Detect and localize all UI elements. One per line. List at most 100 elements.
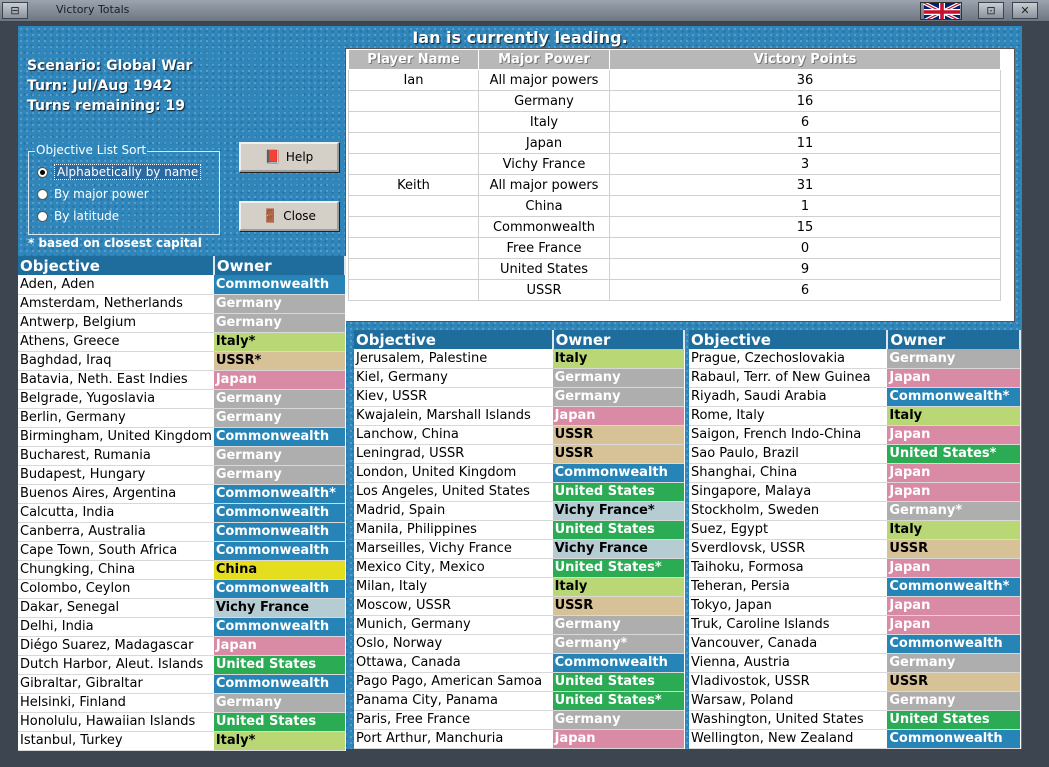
objective-row[interactable]: Panama City, Panama United States* — [354, 691, 684, 711]
objective-row[interactable]: Kiel, Germany Germany — [354, 368, 684, 388]
player-cell: Keith — [348, 174, 479, 196]
scenario-name: Scenario: Global War — [27, 58, 193, 74]
objective-row[interactable]: Aden, Aden Commonwealth — [18, 275, 345, 295]
objective-row[interactable]: Vancouver, Canada Commonwealth — [689, 634, 1020, 654]
objective-row[interactable]: Wellington, New Zealand Commonwealth — [689, 729, 1020, 749]
objective-row[interactable]: Teheran, Persia Commonwealth* — [689, 577, 1020, 597]
objective-row[interactable]: Helsinki, Finland Germany — [18, 693, 345, 713]
objective-row[interactable]: Dakar, Senegal Vichy France — [18, 598, 345, 618]
objective-row[interactable]: Lanchow, China USSR — [354, 425, 684, 445]
objective-row[interactable]: Bucharest, Rumania Germany — [18, 446, 345, 466]
objective-row[interactable]: Singapore, Malaya Japan — [689, 482, 1020, 502]
objective-row[interactable]: Prague, Czechoslovakia Germany — [689, 349, 1020, 369]
radio-label: By latitude — [54, 209, 120, 223]
objective-row[interactable]: Stockholm, Sweden Germany* — [689, 501, 1020, 521]
objective-row[interactable]: Athens, Greece Italy* — [18, 332, 345, 352]
objective-row[interactable]: Honolulu, Hawaiian Islands United States — [18, 712, 345, 732]
close-window-button[interactable]: ✕ — [1012, 2, 1038, 19]
objective-name: Ottawa, Canada — [354, 653, 553, 673]
objective-row[interactable]: Ottawa, Canada Commonwealth — [354, 653, 684, 673]
objective-row[interactable]: Birmingham, United Kingdom Commonwealth — [18, 427, 345, 447]
objective-row[interactable]: Tokyo, Japan Japan — [689, 596, 1020, 616]
objective-owner: USSR — [552, 444, 684, 464]
objective-row[interactable]: Chungking, China China — [18, 560, 345, 580]
restore-button[interactable]: ⊡ — [978, 2, 1004, 19]
objective-row[interactable]: Port Arthur, Manchuria Japan — [354, 729, 684, 749]
objective-name: Diégo Suarez, Madagascar — [18, 636, 214, 656]
objective-row[interactable]: Vienna, Austria Germany — [689, 653, 1020, 673]
objective-row[interactable]: Calcutta, India Commonwealth — [18, 503, 345, 523]
objective-row[interactable]: Rome, Italy Italy — [689, 406, 1020, 426]
objective-name: Kiev, USSR — [354, 387, 553, 407]
objective-row[interactable]: Taihoku, Formosa Japan — [689, 558, 1020, 578]
victory-row: USSR 6 — [348, 279, 1001, 301]
objective-row[interactable]: Riyadh, Saudi Arabia Commonwealth* — [689, 387, 1020, 407]
objective-owner: Italy — [887, 520, 1020, 540]
objective-row[interactable]: Amsterdam, Netherlands Germany — [18, 294, 345, 314]
objective-row[interactable]: Munich, Germany Germany — [354, 615, 684, 635]
objective-row[interactable]: Madrid, Spain Vichy France* — [354, 501, 684, 521]
objective-row[interactable]: Istanbul, Turkey Italy* — [18, 731, 345, 751]
objective-row[interactable]: Truk, Caroline Islands Japan — [689, 615, 1020, 635]
power-cell: Germany — [478, 90, 610, 112]
sort-major-power-radio[interactable]: By major power — [37, 184, 149, 204]
objective-row[interactable]: Belgrade, Yugoslavia Germany — [18, 389, 345, 409]
victory-row: Free France 0 — [348, 237, 1001, 259]
objective-name: Sverdlovsk, USSR — [689, 539, 888, 559]
help-button[interactable]: 📕 Help — [239, 142, 339, 172]
objective-row[interactable]: Milan, Italy Italy — [354, 577, 684, 597]
objective-row[interactable]: London, United Kingdom Commonwealth — [354, 463, 684, 483]
objective-row[interactable]: Sao Paulo, Brazil United States* — [689, 444, 1020, 464]
objective-row[interactable]: Baghdad, Iraq USSR* — [18, 351, 345, 371]
objective-row[interactable]: Warsaw, Poland Germany — [689, 691, 1020, 711]
objective-owner: China — [213, 560, 345, 580]
objective-row[interactable]: Washington, United States United States — [689, 710, 1020, 730]
objective-row[interactable]: Vladivostok, USSR USSR — [689, 672, 1020, 692]
objective-row[interactable]: Colombo, Ceylon Commonwealth — [18, 579, 345, 599]
objective-name: Tokyo, Japan — [689, 596, 888, 616]
objective-owner: USSR — [552, 596, 684, 616]
objective-row[interactable]: Budapest, Hungary Germany — [18, 465, 345, 485]
objective-row[interactable]: Moscow, USSR USSR — [354, 596, 684, 616]
objective-row[interactable]: Marseilles, Vichy France Vichy France — [354, 539, 684, 559]
objective-name: Colombo, Ceylon — [18, 579, 214, 599]
union-jack-flag-icon[interactable] — [920, 2, 962, 20]
objective-row[interactable]: Manila, Philippines United States — [354, 520, 684, 540]
objective-row[interactable]: Batavia, Neth. East Indies Japan — [18, 370, 345, 390]
objective-row[interactable]: Canberra, Australia Commonwealth — [18, 522, 345, 542]
objective-row[interactable]: Cape Town, South Africa Commonwealth — [18, 541, 345, 561]
objective-name: Baghdad, Iraq — [18, 351, 214, 371]
objective-row[interactable]: Saigon, French Indo-China Japan — [689, 425, 1020, 445]
victory-row: Japan 11 — [348, 132, 1001, 154]
objective-row[interactable]: Los Angeles, United States United States — [354, 482, 684, 502]
objective-row[interactable]: Leningrad, USSR USSR — [354, 444, 684, 464]
objective-row[interactable]: Pago Pago, American Samoa United States — [354, 672, 684, 692]
objective-row[interactable]: Suez, Egypt Italy — [689, 520, 1020, 540]
sort-latitude-radio[interactable]: By latitude — [37, 206, 119, 226]
objective-owner: United States — [887, 710, 1020, 730]
objective-row[interactable]: Jerusalem, Palestine Italy — [354, 349, 684, 369]
objective-row[interactable]: Shanghai, China Japan — [689, 463, 1020, 483]
objective-row[interactable]: Dutch Harbor, Aleut. Islands United State… — [18, 655, 345, 675]
objective-owner: Italy* — [213, 731, 345, 751]
objective-row[interactable]: Berlin, Germany Germany — [18, 408, 345, 428]
objective-row[interactable]: Paris, Free France Germany — [354, 710, 684, 730]
objective-row[interactable]: Oslo, Norway Germany* — [354, 634, 684, 654]
objective-row[interactable]: Delhi, India Commonwealth — [18, 617, 345, 637]
objective-row[interactable]: Gibraltar, Gibraltar Commonwealth — [18, 674, 345, 694]
objective-row[interactable]: Antwerp, Belgium Germany — [18, 313, 345, 333]
objective-row[interactable]: Kiev, USSR Germany — [354, 387, 684, 407]
objective-row[interactable]: Rabaul, Terr. of New Guinea Japan — [689, 368, 1020, 388]
objective-row[interactable]: Kwajalein, Marshall Islands Japan — [354, 406, 684, 426]
objective-owner: Germany — [552, 710, 684, 730]
victory-row: Italy 6 — [348, 111, 1001, 133]
close-button[interactable]: 🚪 Close — [239, 201, 339, 231]
system-menu-button[interactable]: ⊟ — [2, 2, 28, 19]
objective-row[interactable]: Mexico City, Mexico United States* — [354, 558, 684, 578]
objective-row[interactable]: Sverdlovsk, USSR USSR — [689, 539, 1020, 559]
radio-dot — [37, 166, 48, 178]
sort-alphabetical-radio[interactable]: Alphabetically by name — [37, 162, 202, 182]
turn-label: Turn: Jul/Aug 1942 — [27, 78, 173, 94]
objective-row[interactable]: Diégo Suarez, Madagascar Japan — [18, 636, 345, 656]
objective-row[interactable]: Buenos Aires, Argentina Commonwealth* — [18, 484, 345, 504]
